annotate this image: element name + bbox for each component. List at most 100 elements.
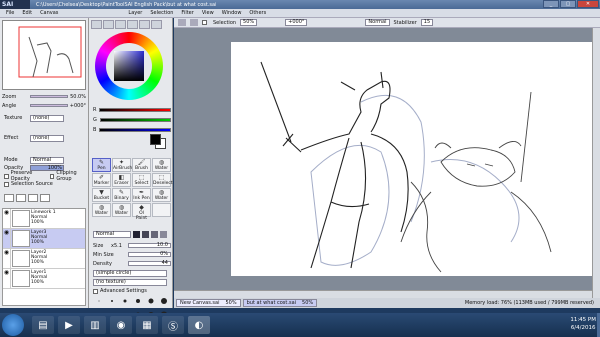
color-wheel-tab[interactable]: [91, 20, 102, 29]
skype-icon[interactable]: Ⓢ: [162, 316, 184, 334]
layer-row[interactable]: ◉ Linework 1 Normal 100%: [3, 209, 85, 229]
start-button[interactable]: [2, 314, 24, 336]
minimize-button[interactable]: _: [543, 0, 559, 8]
size-multiplier[interactable]: x5.1: [111, 243, 125, 249]
media-player-icon[interactable]: ▶: [58, 316, 80, 334]
menu-edit[interactable]: Edit: [18, 10, 36, 16]
brush-size-preset[interactable]: [145, 296, 157, 305]
blue-slider[interactable]: [99, 127, 171, 132]
eye-icon[interactable]: ◉: [3, 209, 11, 228]
horizontal-scrollbar[interactable]: [174, 290, 592, 298]
tool-marker[interactable]: ✐ Marker: [92, 173, 111, 187]
close-button[interactable]: ✕: [577, 0, 599, 8]
selection-checkbox[interactable]: [202, 20, 207, 25]
redo-icon[interactable]: [190, 19, 198, 26]
red-slider[interactable]: [99, 107, 171, 112]
system-clock[interactable]: 11:45 PM 6/4/2016: [570, 316, 596, 332]
tool-empty-slot[interactable]: [152, 203, 171, 217]
menu-view[interactable]: View: [198, 10, 218, 16]
primary-color-swatch[interactable]: [150, 134, 161, 145]
tool-bucket[interactable]: ▼ Bucket: [92, 188, 111, 202]
tool-airbrush[interactable]: ✦ AirBrush: [112, 158, 132, 172]
menu-window[interactable]: Window: [218, 10, 246, 16]
brush-size-preset[interactable]: [132, 296, 144, 305]
preserve-opacity-checkbox[interactable]: [4, 173, 9, 179]
layer-row-selected[interactable]: ◉ Layer3 Normal 100%: [3, 229, 85, 249]
document-tab[interactable]: New Canvas.sai 50%: [176, 299, 241, 307]
tool-oil-paint[interactable]: ◆ Ol Paint: [132, 203, 151, 221]
drawing-canvas[interactable]: [231, 42, 592, 276]
swatches-tab[interactable]: [139, 20, 150, 29]
delete-layer-icon[interactable]: [40, 194, 50, 202]
tool-pen[interactable]: ✎ Pen: [92, 158, 111, 172]
sai-app-icon[interactable]: ◐: [188, 316, 210, 334]
layer-row[interactable]: ◉ Layer1 Normal 100%: [3, 269, 85, 289]
eye-icon[interactable]: ◉: [3, 229, 11, 248]
eye-icon[interactable]: ◉: [3, 269, 11, 288]
document-tab-active[interactable]: but at what cost.sai 50%: [242, 299, 318, 307]
menu-layer[interactable]: Layer: [124, 10, 146, 16]
menu-file[interactable]: File: [2, 10, 18, 16]
brush-shape-icon[interactable]: [151, 230, 158, 238]
zoom-field[interactable]: 50%: [240, 19, 258, 26]
brush-size-preset[interactable]: [119, 296, 131, 305]
tool-select[interactable]: ⬚ Select: [132, 173, 151, 187]
min-size-slider[interactable]: 0%: [128, 252, 171, 257]
effect-select[interactable]: (none): [30, 134, 64, 142]
stabilizer-select[interactable]: 15: [420, 19, 434, 26]
menu-filter[interactable]: Filter: [177, 10, 197, 16]
angle-slider[interactable]: [30, 104, 68, 107]
merge-layer-icon[interactable]: [28, 194, 38, 202]
zoom-slider[interactable]: [30, 95, 68, 98]
selection-source-checkbox[interactable]: [4, 181, 9, 187]
saturation-value-square[interactable]: [114, 51, 144, 81]
blend-mode-select[interactable]: Normal: [30, 156, 64, 164]
navigator-preview[interactable]: [2, 20, 86, 90]
size-slider[interactable]: 10.0: [128, 243, 171, 248]
paint-app-icon[interactable]: ▦: [136, 316, 158, 334]
color-box-tab[interactable]: [127, 20, 138, 29]
color-wheel[interactable]: [95, 32, 163, 100]
eye-icon[interactable]: ◉: [3, 249, 11, 268]
folder-icon[interactable]: ▤: [32, 316, 54, 334]
brush-texture-select[interactable]: (no texture): [93, 278, 167, 286]
tool-water[interactable]: ◍ Water: [92, 203, 111, 217]
tool-eraser[interactable]: ◧ Eraser: [112, 173, 131, 187]
brush-shape-icon[interactable]: [160, 230, 167, 238]
files-icon[interactable]: ▥: [84, 316, 106, 334]
rotation-field[interactable]: +000°: [285, 19, 308, 26]
brush-shape-select[interactable]: (simple circle): [93, 269, 167, 277]
brush-shape-icon[interactable]: [142, 230, 149, 238]
layer-row[interactable]: ◉ Layer2 Normal 100%: [3, 249, 85, 269]
undo-icon[interactable]: [178, 19, 186, 26]
brush-mode-select[interactable]: Normal: [93, 230, 131, 238]
green-slider[interactable]: [99, 117, 171, 122]
mode-field[interactable]: Normal: [365, 19, 390, 26]
tool-water[interactable]: ◍ Water: [152, 188, 171, 202]
tool-water[interactable]: ◍ Water: [112, 203, 131, 217]
brush-shape-icon[interactable]: [133, 230, 140, 238]
tool-binary[interactable]: ✎ Binary: [112, 188, 131, 202]
brush-size-preset[interactable]: [106, 296, 118, 305]
density-slider[interactable]: 44: [128, 261, 171, 266]
tool-ink-pen[interactable]: ✒ Ink Pen: [132, 188, 151, 202]
brush-size-preset[interactable]: [158, 296, 170, 305]
menu-canvas[interactable]: Canvas: [36, 10, 62, 16]
scratch-pad-tab[interactable]: [151, 20, 162, 29]
new-folder-icon[interactable]: [16, 194, 26, 202]
chrome-icon[interactable]: ◉: [110, 316, 132, 334]
tool-brush[interactable]: 🖌 Brush: [132, 158, 151, 172]
rgb-slider-tab[interactable]: [103, 20, 114, 29]
tool-water[interactable]: ◍ Water: [152, 158, 171, 172]
new-layer-icon[interactable]: [4, 194, 14, 202]
vertical-scrollbar[interactable]: [592, 28, 600, 298]
texture-select[interactable]: (none): [30, 114, 64, 122]
menu-others[interactable]: Others: [245, 10, 270, 16]
hsv-slider-tab[interactable]: [115, 20, 126, 29]
maximize-button[interactable]: ▢: [560, 0, 576, 8]
advanced-settings-checkbox[interactable]: [93, 288, 98, 294]
menu-selection[interactable]: Selection: [146, 10, 177, 16]
brush-size-preset[interactable]: [93, 296, 105, 305]
clipping-group-checkbox[interactable]: [49, 173, 55, 179]
tool-deselect[interactable]: ⬚ Deselect: [152, 173, 173, 187]
